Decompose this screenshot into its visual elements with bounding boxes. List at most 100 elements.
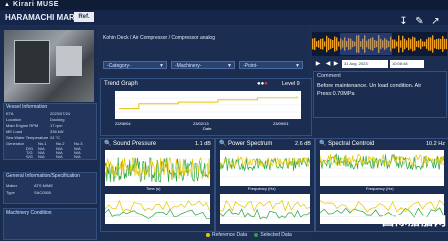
legend-ref-label: Reference Data xyxy=(212,232,248,238)
waveform-selection[interactable] xyxy=(340,33,392,55)
waveform-bar xyxy=(324,41,326,47)
ship-name: HARAMACHI MARU xyxy=(5,13,81,22)
chevron-down-icon: ▼ xyxy=(159,63,164,69)
waveform-bar xyxy=(318,40,320,48)
trend-title: Trend Graph xyxy=(104,81,138,87)
spectral-centroid-value: 10.2 Hz xyxy=(426,141,445,147)
waveform-bar xyxy=(320,38,322,50)
selection-area: Kohin Deck / Air Compressor / Compressor… xyxy=(99,26,309,78)
left-sidebar: Vessel Information ETA 2023/07/24 Locati… xyxy=(0,26,98,241)
waveform-bar xyxy=(338,41,340,47)
waveform-bar xyxy=(394,39,396,49)
waveform-bar xyxy=(408,37,410,51)
series-line xyxy=(219,199,311,213)
waveform-bar xyxy=(420,38,422,50)
waveform-bar xyxy=(392,39,394,49)
comment-title: Comment xyxy=(317,73,341,79)
general-row-value: ATS M/ME xyxy=(34,183,54,188)
search-icon[interactable]: 🔍 xyxy=(104,140,111,147)
generator-label: Generator xyxy=(6,141,25,146)
waveform-bar xyxy=(410,39,412,49)
series-line xyxy=(104,199,211,212)
waveform-bar xyxy=(336,37,338,51)
power-spectrum-value: 2.6 dB xyxy=(295,141,311,147)
general-row-label: Maker xyxy=(6,183,18,188)
point-select-label: -Point- xyxy=(243,63,258,69)
chevron-down-icon: ▼ xyxy=(227,63,232,69)
waveform-bar xyxy=(404,38,406,50)
series-line xyxy=(104,208,210,219)
x-axis-label: Frequency (Hz) xyxy=(248,186,276,191)
waveform-bar xyxy=(414,37,416,51)
search-icon[interactable]: 🔍 xyxy=(219,140,226,147)
spectral-centroid-plot xyxy=(319,150,445,186)
ship-bar: HARAMACHI MARU Ref. xyxy=(0,10,448,25)
time-field[interactable]: 10:08:48 xyxy=(390,60,424,68)
prev-button[interactable]: ◀ xyxy=(324,60,332,68)
waveform-bar xyxy=(442,36,444,52)
waveform-bar xyxy=(322,38,324,50)
sound-pressure-trend-svg xyxy=(104,199,211,219)
machinery-select[interactable]: -Machinery- ▼ xyxy=(171,61,235,69)
waveform-bar xyxy=(418,40,420,48)
waveform-bar xyxy=(326,35,328,53)
waveform-bar xyxy=(426,39,428,49)
waveform-bar xyxy=(328,37,330,51)
general-row-label: Type xyxy=(6,190,15,195)
general-info-title: General Information/Specification xyxy=(6,173,80,179)
trend-panel: Trend Graph ●●● Level 9 22/08/04 23/02/1… xyxy=(100,78,312,136)
waveform-bar xyxy=(440,38,442,50)
ref-button[interactable]: Ref. xyxy=(74,12,94,22)
audio-waveform xyxy=(312,32,447,56)
waveform-bar xyxy=(446,38,447,50)
chart-legend: Reference Data Selected Data xyxy=(200,232,292,239)
play-button[interactable]: ▶ xyxy=(314,60,322,68)
vessel-info-panel: Vessel Information ETA 2023/07/24 Locati… xyxy=(3,103,97,160)
trend-level: Level 9 xyxy=(282,81,300,87)
machinery-condition-title: Machinery Condition xyxy=(6,210,52,216)
waveform-bar xyxy=(412,36,414,52)
waveform-bar xyxy=(312,38,314,50)
gen-cell: N/A xyxy=(74,154,81,159)
gen-row-label: S/G xyxy=(26,154,33,159)
waveform-bar xyxy=(332,40,334,48)
category-select-label: -Category- xyxy=(107,63,131,69)
legend-swatch-ref xyxy=(206,232,210,237)
waveform-bar xyxy=(406,40,408,48)
status-dot: ● xyxy=(264,81,268,87)
chevron-down-icon: ▼ xyxy=(295,63,300,69)
next-button[interactable]: ▶ xyxy=(332,60,340,68)
trend-x-label: Date xyxy=(203,126,212,131)
date-field[interactable]: 31 Aug. 2023 xyxy=(342,60,388,68)
waveform-bar xyxy=(422,41,424,47)
general-row-value: SAC0500 xyxy=(34,190,52,195)
app-title: Kirari MUSE xyxy=(13,1,59,8)
search-icon[interactable]: 🔍 xyxy=(319,140,326,147)
trend-svg xyxy=(115,96,301,113)
comment-text[interactable]: Before maintenance. Un load condition. A… xyxy=(317,82,443,98)
waveform-bar xyxy=(398,35,400,53)
legend-swatch-sel xyxy=(254,232,259,237)
playback-controls: ▶ ◀ ▶ 31 Aug. 2023 10:08:48 xyxy=(312,58,447,70)
breadcrumb: Kohin Deck / Air Compressor / Compressor… xyxy=(103,35,215,41)
waveform-bar xyxy=(444,38,446,50)
watermark: 国际船舶网 xyxy=(382,214,448,228)
waveform-bar xyxy=(416,41,418,47)
photo-detail xyxy=(14,40,50,84)
waveform-bar xyxy=(438,38,440,50)
machinery-condition-panel: Machinery Condition xyxy=(3,208,97,240)
general-info-panel: General Information/Specification Maker … xyxy=(3,172,97,204)
sound-pressure-trend-plot xyxy=(104,194,211,224)
power-spectrum-title: Power Spectrum xyxy=(228,141,273,147)
waveform-bar xyxy=(434,39,436,49)
gen-cell: N/A xyxy=(56,154,63,159)
photo-detail xyxy=(56,46,82,76)
sound-pressure-panel: 🔍 Sound Pressure 1.1 dB Time (s) xyxy=(100,138,215,232)
gen-cell: N/A xyxy=(38,154,45,159)
category-select[interactable]: -Category- ▼ xyxy=(103,61,167,69)
legend-sel-label: Selected Data xyxy=(260,232,292,238)
point-select[interactable]: -Point- ▼ xyxy=(239,61,303,69)
waveform-bar xyxy=(432,35,434,53)
vessel-info-title: Vessel Information xyxy=(6,104,48,110)
sound-pressure-title: Sound Pressure xyxy=(113,141,157,147)
